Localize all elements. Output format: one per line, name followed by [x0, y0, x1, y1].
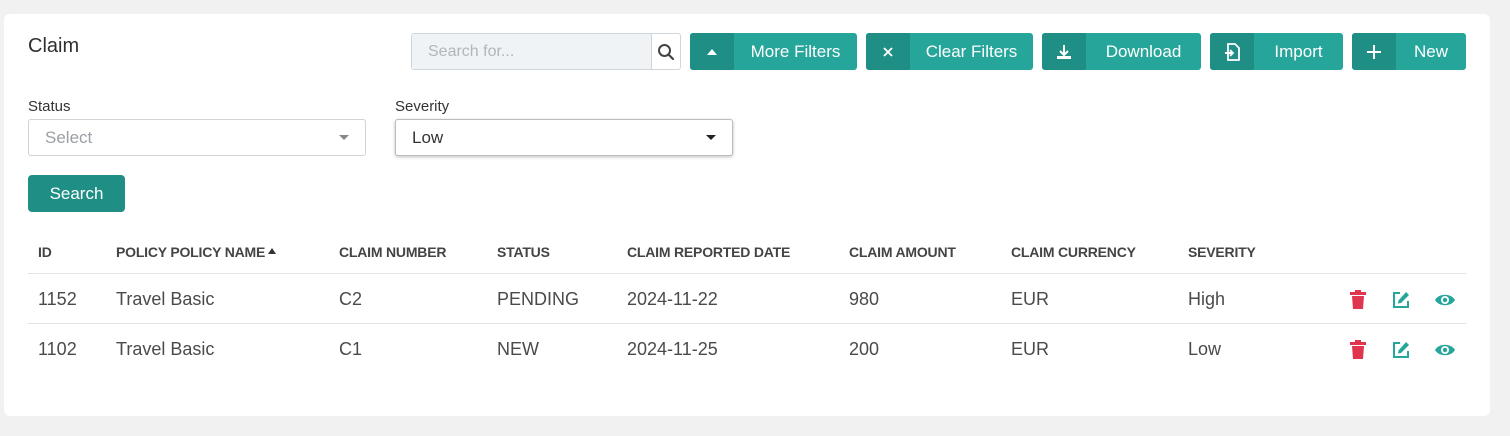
file-import-icon [1225, 42, 1240, 61]
download-label: Download [1105, 41, 1182, 61]
import-label: Import [1274, 41, 1323, 61]
cell-id: 1152 [38, 289, 77, 309]
more-filters-label: More Filters [750, 41, 841, 61]
cell-claim-amount: 200 [849, 339, 880, 359]
column-header-claim-number[interactable]: CLAIM NUMBER [339, 244, 446, 260]
edit-icon [1393, 342, 1409, 358]
cell-claim-currency: EUR [1011, 289, 1050, 309]
clear-filters-label: Clear Filters [925, 41, 1018, 61]
chevron-down-icon [706, 135, 716, 140]
more-filters-button[interactable]: More Filters [690, 33, 857, 70]
search-button[interactable]: Search [28, 175, 125, 212]
import-button[interactable]: Import [1210, 33, 1343, 70]
claim-card [4, 14, 1490, 416]
delete-button[interactable] [1347, 289, 1369, 311]
column-header-claim-amount[interactable]: CLAIM AMOUNT [849, 244, 956, 260]
cell-claim-number: C2 [339, 289, 363, 309]
search-icon [658, 43, 675, 60]
column-header-policy-name-label: POLICY POLICY NAME [116, 244, 266, 260]
cell-policy-name: Travel Basic [116, 289, 215, 309]
clear-filters-button[interactable]: Clear Filters [866, 33, 1033, 70]
cell-status: NEW [497, 339, 539, 359]
column-header-severity[interactable]: SEVERITY [1188, 244, 1256, 260]
sort-ascending-icon [268, 248, 277, 254]
status-select[interactable]: Select [28, 119, 366, 156]
page-title: Claim [28, 35, 80, 57]
eye-icon [1435, 294, 1455, 306]
row-divider [28, 323, 1466, 324]
view-button[interactable] [1434, 289, 1456, 311]
download-icon [1057, 44, 1071, 59]
trash-icon [1350, 340, 1366, 359]
severity-select[interactable]: Low [395, 119, 733, 156]
cell-severity: Low [1188, 339, 1222, 359]
search-input[interactable] [412, 34, 651, 69]
cell-claim-amount: 980 [849, 289, 880, 309]
plus-icon [1367, 44, 1381, 59]
cell-policy-name: Travel Basic [116, 339, 215, 359]
new-label: New [1413, 41, 1448, 61]
search-submit-button[interactable] [651, 34, 680, 69]
eye-icon [1435, 344, 1455, 356]
severity-filter-label: Severity [395, 98, 450, 115]
caret-up-icon [707, 48, 717, 55]
new-button[interactable]: New [1352, 33, 1466, 70]
delete-button[interactable] [1347, 339, 1369, 361]
table-header-divider [28, 273, 1466, 274]
trash-icon [1350, 290, 1366, 309]
view-button[interactable] [1434, 339, 1456, 361]
status-select-placeholder: Select [45, 127, 93, 147]
status-filter-label: Status [28, 98, 71, 115]
cell-severity: High [1188, 289, 1226, 309]
column-header-status[interactable]: STATUS [497, 244, 550, 260]
cell-claim-reported-date: 2024-11-22 [627, 289, 718, 309]
search-box [411, 33, 681, 70]
column-header-policy-name[interactable]: POLICY POLICY NAME [116, 244, 277, 260]
chevron-down-icon [339, 135, 349, 140]
edit-button[interactable] [1390, 289, 1412, 311]
column-header-claim-currency[interactable]: CLAIM CURRENCY [1011, 244, 1136, 260]
cell-id: 1102 [38, 339, 77, 359]
edit-button[interactable] [1390, 339, 1412, 361]
column-header-claim-reported-date[interactable]: CLAIM REPORTED DATE [627, 244, 790, 260]
cell-claim-currency: EUR [1011, 339, 1050, 359]
cell-claim-number: C1 [339, 339, 363, 359]
column-header-id[interactable]: ID [38, 244, 52, 260]
severity-select-value: Low [412, 127, 444, 147]
download-button[interactable]: Download [1042, 33, 1201, 70]
cell-status: PENDING [497, 289, 580, 309]
edit-icon [1393, 292, 1409, 308]
cell-claim-reported-date: 2024-11-25 [627, 339, 718, 359]
close-icon [883, 46, 893, 57]
